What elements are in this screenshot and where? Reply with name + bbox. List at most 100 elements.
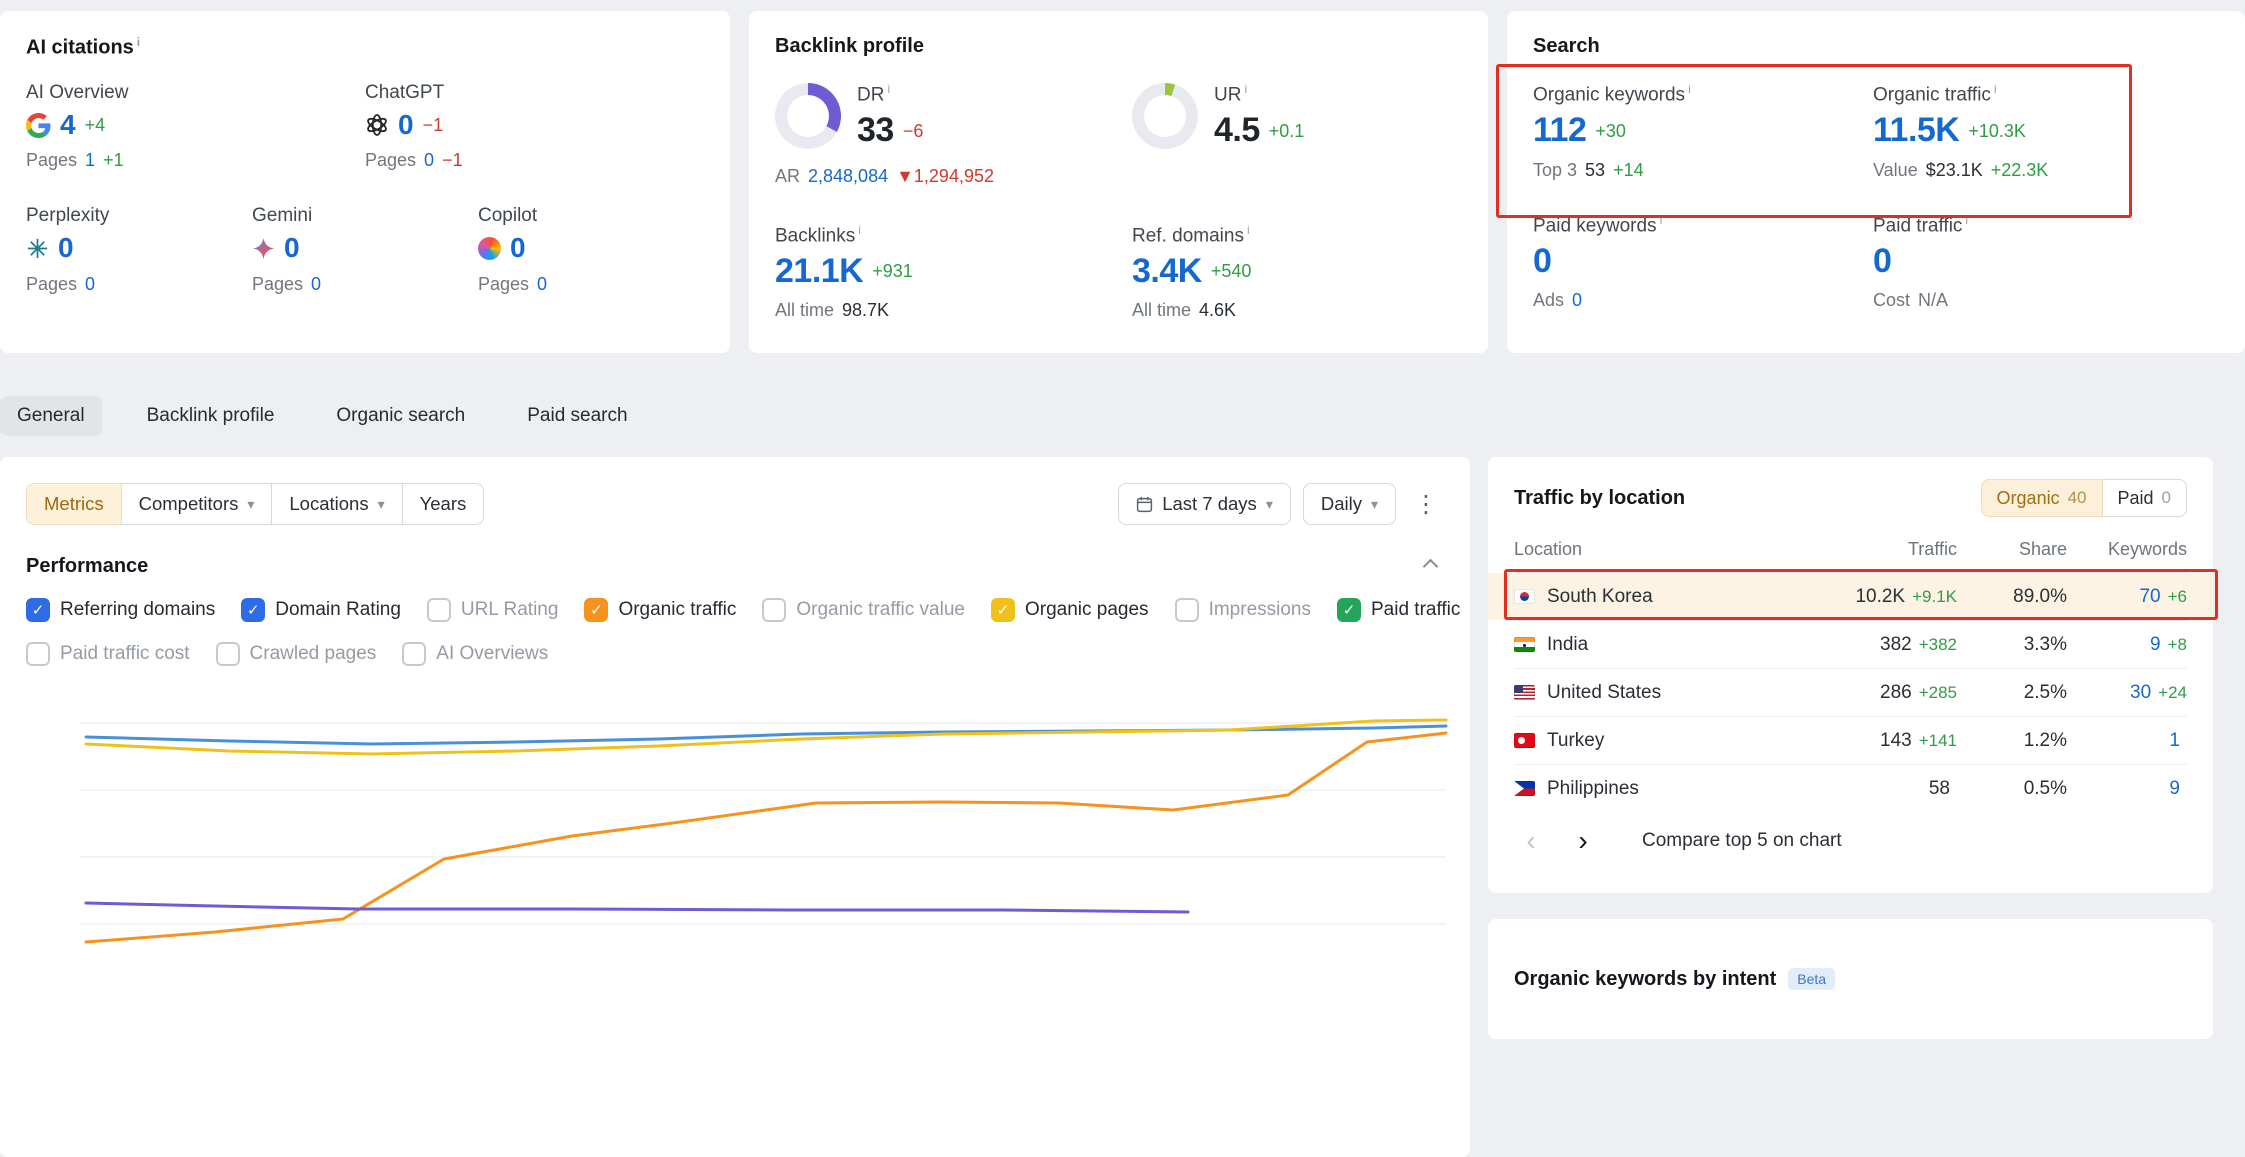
metric-value-link[interactable]: 0 (1873, 243, 1891, 280)
info-icon[interactable]: i (1660, 213, 1663, 227)
info-icon[interactable]: i (1994, 82, 1997, 96)
granularity-button[interactable]: Daily▾ (1303, 483, 1396, 525)
info-icon[interactable]: i (887, 82, 890, 96)
gemini-metric: Gemini 0 Pages 0 (252, 205, 478, 295)
metric-value-link[interactable]: 4 (60, 110, 76, 141)
metric-label: DR (857, 84, 884, 105)
performance-panel: Metrics Competitors▾ Locations▾ Years La… (0, 457, 1470, 1157)
backlinks-metric: Backlinksi 21.1K+931 All time98.7K (775, 223, 1132, 322)
share-value: 0.5% (2024, 778, 2067, 800)
metric-delta: −6 (903, 121, 924, 142)
metric-toggle-label: URL Rating (461, 599, 559, 621)
paid-toggle-button[interactable]: Paid0 (2102, 479, 2188, 517)
collapse-chevron-icon[interactable] (1423, 559, 1439, 575)
compare-top5-on-chart[interactable]: Compare top 5 on chart (1642, 830, 1842, 852)
beta-badge: Beta (1788, 968, 1835, 990)
table-row-india[interactable]: India 382+382 3.3% 9+8 (1514, 620, 2187, 668)
metrics-button[interactable]: Metrics (26, 483, 122, 525)
checkbox-icon (402, 642, 426, 666)
metric-value-link[interactable]: 11.5K (1873, 112, 1959, 149)
ai-overview-metric: AI Overview 4 +4 Pages 1 +1 (26, 82, 365, 172)
pages-delta: +1 (103, 150, 124, 171)
metric-value-link[interactable]: 0 (510, 233, 526, 264)
info-icon[interactable]: i (1247, 223, 1250, 237)
metric-delta: +0.1 (1269, 121, 1305, 142)
chatgpt-icon (365, 113, 389, 137)
metric-value-link[interactable]: 0 (398, 110, 414, 141)
metric-toggle-ai-overviews[interactable]: AI Overviews (402, 642, 548, 666)
ar-value-link[interactable]: 2,848,084 (808, 166, 888, 187)
locations-button[interactable]: Locations▾ (271, 483, 402, 525)
ai-citations-row-1: AI Overview 4 +4 Pages 1 +1 ChatGPT 0 −1 (26, 82, 704, 172)
metric-value-link[interactable]: 0 (58, 233, 74, 264)
keywords-delta: +8 (2168, 635, 2187, 655)
more-options-button[interactable]: ⋮ (1408, 483, 1444, 525)
pages-value-link[interactable]: 0 (311, 274, 321, 295)
location-name: India (1547, 634, 1588, 656)
metric-toggle-paid-traffic[interactable]: ✓Paid traffic (1337, 598, 1460, 622)
sub-label: Top 3 (1533, 160, 1577, 181)
alltime-label: All time (1132, 300, 1191, 321)
chevron-down-icon: ▾ (1266, 496, 1273, 513)
metric-toggle-label: Paid traffic cost (60, 643, 190, 665)
keywords-link[interactable]: 30 (2130, 682, 2151, 704)
metric-value-link[interactable]: 0 (1533, 243, 1551, 280)
keywords-link[interactable]: 70 (2139, 586, 2160, 608)
table-row-united-states[interactable]: United States 286+285 2.5% 30+24 (1514, 668, 2187, 716)
metric-value-link[interactable]: 0 (284, 233, 300, 264)
ai-citations-title: AI citationsi (26, 35, 704, 60)
info-icon[interactable]: i (137, 35, 140, 49)
pages-value-link[interactable]: 0 (424, 150, 434, 171)
organic-toggle-button[interactable]: Organic40 (1981, 479, 2103, 517)
metric-toggle-organic-pages[interactable]: ✓Organic pages (991, 598, 1149, 622)
metric-toggle-url-rating[interactable]: URL Rating (427, 598, 559, 622)
checkbox-icon (216, 642, 240, 666)
metric-toggle-organic-traffic[interactable]: ✓Organic traffic (584, 598, 736, 622)
prev-page-button[interactable]: ‹ (1514, 822, 1548, 860)
keywords-link[interactable]: 9 (2150, 634, 2161, 656)
table-row-philippines[interactable]: Philippines 58 0.5% 9 (1514, 764, 2187, 812)
years-button[interactable]: Years (402, 483, 485, 525)
tab-backlink-profile[interactable]: Backlink profile (130, 396, 292, 436)
sub-value-link[interactable]: 0 (1572, 290, 1582, 311)
next-page-button[interactable]: › (1566, 822, 1600, 860)
organic-keywords-metric: Organic keywordsi 112+30 Top 353+14 (1533, 82, 1873, 181)
table-row-turkey[interactable]: Turkey 143+141 1.2% 1 (1514, 716, 2187, 764)
checkbox-icon (762, 598, 786, 622)
pages-value-link[interactable]: 1 (85, 150, 95, 171)
date-range-button[interactable]: Last 7 days▾ (1118, 483, 1291, 525)
card-title-text: Backlink profile (775, 35, 924, 57)
info-icon[interactable]: i (1688, 82, 1691, 96)
column-keywords: Keywords (2067, 539, 2187, 560)
info-icon[interactable]: i (1244, 82, 1247, 96)
metric-toggle-impressions[interactable]: Impressions (1175, 598, 1311, 622)
keywords-link[interactable]: 9 (2169, 778, 2180, 800)
metric-toggle-organic-traffic-value[interactable]: Organic traffic value (762, 598, 965, 622)
url-rating-metric: URi 4.5+0.1 (1132, 82, 1462, 187)
tab-general[interactable]: General (0, 396, 102, 436)
metric-value-link[interactable]: 21.1K (775, 253, 863, 290)
keywords-delta: +6 (2168, 587, 2187, 607)
metric-toggle-referring-domains[interactable]: ✓Referring domains (26, 598, 215, 622)
traffic-value: 286 (1880, 682, 1912, 704)
keywords-link[interactable]: 1 (2169, 730, 2180, 752)
metric-toggle-label: Impressions (1209, 599, 1311, 621)
metric-value-link[interactable]: 3.4K (1132, 253, 1202, 290)
metric-toggle-domain-rating[interactable]: ✓Domain Rating (241, 598, 401, 622)
copilot-metric: Copilot 0 Pages 0 (478, 205, 704, 295)
copilot-icon (478, 237, 501, 260)
tab-paid-search[interactable]: Paid search (510, 396, 644, 436)
metric-toggle-label: Domain Rating (275, 599, 401, 621)
pages-value-link[interactable]: 0 (537, 274, 547, 295)
alltime-value: 98.7K (842, 300, 889, 321)
info-icon[interactable]: i (1965, 213, 1968, 227)
table-row-south-korea[interactable]: South Korea 10.2K+9.1K 89.0% 70+6 (1514, 572, 2187, 620)
competitors-button[interactable]: Competitors▾ (121, 483, 273, 525)
metric-toggle-crawled-pages[interactable]: Crawled pages (216, 642, 377, 666)
metric-toggle-paid-traffic-cost[interactable]: Paid traffic cost (26, 642, 190, 666)
pages-value-link[interactable]: 0 (85, 274, 95, 295)
metric-label: Backlinks (775, 225, 855, 246)
tab-organic-search[interactable]: Organic search (319, 396, 482, 436)
info-icon[interactable]: i (858, 223, 861, 237)
metric-value-link[interactable]: 112 (1533, 112, 1586, 149)
